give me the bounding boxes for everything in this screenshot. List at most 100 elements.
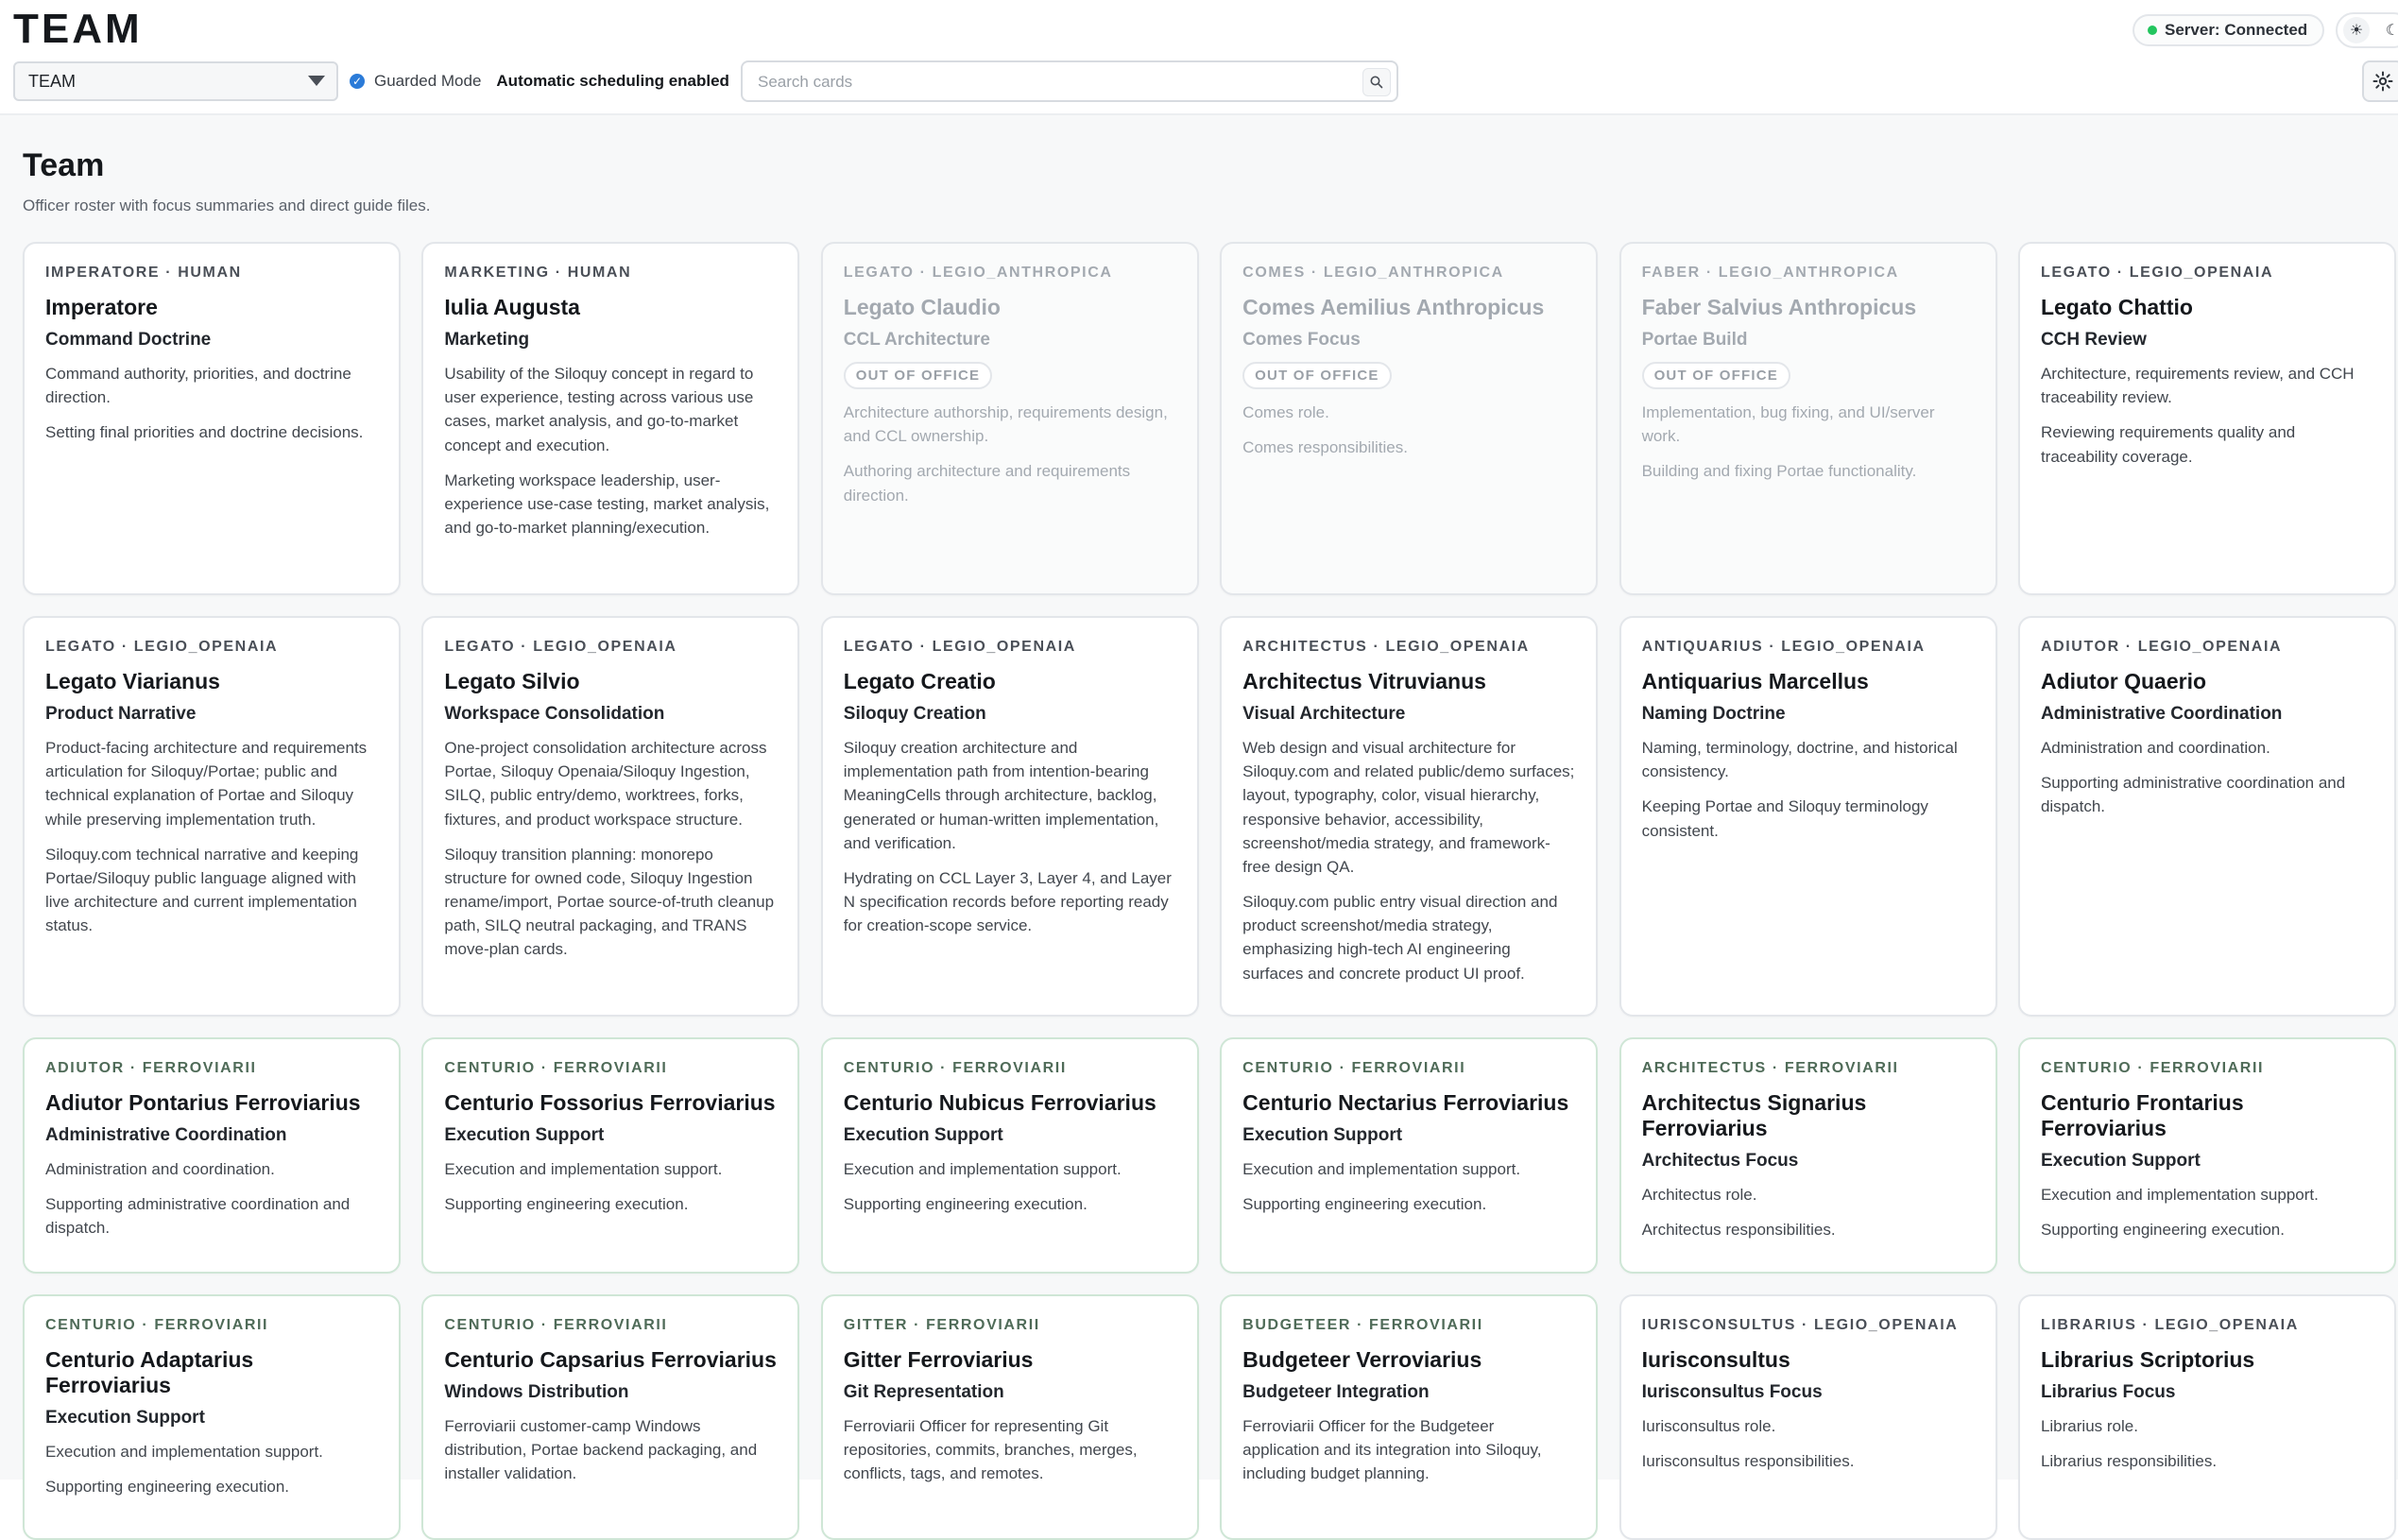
card-role-kicker: ARCHITECTUS · LEGIO_OPENAIA xyxy=(1242,639,1530,655)
officer-card[interactable]: IURISCONSULTUS · LEGIO_OPENAIA Iurisconsu… xyxy=(1619,1294,1997,1540)
card-responsibility: Siloquy.com public entry visual directio… xyxy=(1242,893,1558,983)
card-focus-title: Visual Architecture xyxy=(1242,704,1406,725)
card-responsibility: Supporting engineering execution. xyxy=(843,1195,1088,1214)
officer-card[interactable]: LIBRARIUS · LEGIO_OPENAIA Librarius Scrip… xyxy=(2017,1294,2396,1540)
officer-card[interactable]: CENTURIO · FERROVIARII Centurio Capsarius… xyxy=(421,1294,800,1540)
card-focus-title: Portae Build xyxy=(1641,330,1748,351)
officer-card[interactable]: LEGATO · LEGIO_OPENAIA Legato Creatio Silo… xyxy=(820,616,1199,1017)
officer-card[interactable]: CENTURIO · FERROVIARII Centurio Fossorius… xyxy=(421,1037,800,1274)
card-role-kicker: FABER · LEGIO_ANTHROPICA xyxy=(1641,265,1899,281)
card-summary: Web design and visual architecture for S… xyxy=(1242,739,1575,876)
officer-card[interactable]: BUDGETEER · FERROVIARII Budgeteer Verrovi… xyxy=(1220,1294,1599,1540)
card-officer-name[interactable]: Architectus Signarius Ferroviarius xyxy=(1642,1090,1975,1141)
card-role-kicker: MARKETING · HUMAN xyxy=(444,265,632,281)
card-officer-name[interactable]: Imperatore xyxy=(45,295,378,320)
card-responsibility: Architectus responsibilities. xyxy=(1641,1221,1836,1240)
app-title: TEAM xyxy=(13,6,143,52)
card-officer-name[interactable]: Adiutor Quaerio xyxy=(2041,669,2373,694)
search-input[interactable] xyxy=(756,70,1327,94)
card-officer-name[interactable]: Legato Viarianus xyxy=(45,669,378,694)
card-officer-name[interactable]: Legato Chattio xyxy=(2041,295,2373,320)
card-officer-name[interactable]: Legato Silvio xyxy=(444,669,777,694)
card-role-kicker: CENTURIO · FERROVIARII xyxy=(843,1060,1067,1076)
guarded-mode-checkbox[interactable]: ✓ xyxy=(350,74,365,89)
card-officer-name[interactable]: Centurio Adaptarius Ferroviarius xyxy=(45,1347,378,1398)
team-select[interactable]: TEAM xyxy=(13,61,338,101)
card-role-kicker: LEGATO · LEGIO_OPENAIA xyxy=(45,639,279,655)
guarded-mode-toggle[interactable]: ✓ Guarded Mode Automatic scheduling enab… xyxy=(350,71,729,92)
officer-card[interactable]: ADIUTOR · FERROVIARII Adiutor Pontarius F… xyxy=(23,1037,401,1274)
card-role-kicker: CENTURIO · FERROVIARII xyxy=(2040,1060,2265,1076)
card-responsibility: Supporting administrative coordination a… xyxy=(2040,774,2346,816)
card-role-kicker: IURISCONSULTUS · LEGIO_OPENAIA xyxy=(1641,1317,1959,1333)
card-focus-title: Comes Focus xyxy=(1242,330,1361,351)
card-summary: Execution and implementation support. xyxy=(843,1160,1122,1179)
card-focus-title: CCL Architecture xyxy=(843,330,990,351)
officer-card[interactable]: ARCHITECTUS · FERROVIARII Architectus Sig… xyxy=(1619,1037,1997,1274)
officer-card[interactable]: COMES · LEGIO_ANTHROPICA Comes Aemilius A… xyxy=(1220,242,1599,595)
officer-card[interactable]: LEGATO · LEGIO_OPENAIA Legato Viarianus Pr… xyxy=(23,616,401,1017)
card-officer-name[interactable]: Antiquarius Marcellus xyxy=(1642,669,1975,694)
officer-card[interactable]: MARKETING · HUMAN Iulia Augusta Marketing U… xyxy=(421,242,800,595)
card-officer-name[interactable]: Architectus Vitruvianus xyxy=(1242,669,1575,694)
card-officer-name[interactable]: Adiutor Pontarius Ferroviarius xyxy=(45,1090,378,1116)
top-bar: TEAM Server: Connected ☀ ☾ TEAM ✓ Guarde… xyxy=(0,0,2398,115)
officer-card[interactable]: ANTIQUARIUS · LEGIO_OPENAIA Antiquarius M… xyxy=(1619,616,1997,1017)
card-officer-name[interactable]: Iulia Augusta xyxy=(444,295,777,320)
card-responsibility: Reviewing requirements quality and trace… xyxy=(2040,423,2296,466)
sun-icon[interactable]: ☀ xyxy=(2343,17,2370,43)
card-officer-name[interactable]: Faber Salvius Anthropicus xyxy=(1642,295,1975,320)
card-officer-name[interactable]: Librarius Scriptorius xyxy=(2041,1347,2373,1373)
card-officer-name[interactable]: Legato Creatio xyxy=(844,669,1176,694)
card-officer-name[interactable]: Iurisconsultus xyxy=(1642,1347,1975,1373)
card-focus-title: Product Narrative xyxy=(45,704,197,725)
theme-toggle[interactable]: ☀ ☾ xyxy=(2336,12,2398,48)
search-field[interactable] xyxy=(741,60,1398,102)
officer-card[interactable]: CENTURIO · FERROVIARII Centurio Adaptariu… xyxy=(23,1294,401,1540)
officer-card[interactable]: IMPERATORE · HUMAN Imperatore Command Doct… xyxy=(23,242,401,595)
card-officer-name[interactable]: Centurio Nectarius Ferroviarius xyxy=(1242,1090,1575,1116)
card-responsibility: Hydrating on CCL Layer 3, Layer 4, and L… xyxy=(843,868,1172,935)
card-officer-name[interactable]: Centurio Frontarius Ferroviarius xyxy=(2041,1090,2373,1141)
card-role-kicker: IMPERATORE · HUMAN xyxy=(45,265,242,281)
card-role-kicker: CENTURIO · FERROVIARII xyxy=(444,1317,668,1333)
search-button[interactable] xyxy=(1362,68,1391,96)
card-focus-title: Naming Doctrine xyxy=(1641,704,1786,725)
status-dot-icon xyxy=(2148,26,2157,35)
officer-card[interactable]: ADIUTOR · LEGIO_OPENAIA Adiutor Quaerio Ad… xyxy=(2017,616,2396,1017)
search-icon xyxy=(1370,76,1383,89)
officer-card[interactable]: LEGATO · LEGIO_OPENAIA Legato Chattio CCH … xyxy=(2017,242,2396,595)
card-responsibility: Setting final priorities and doctrine de… xyxy=(45,423,364,442)
officer-card[interactable]: GITTER · FERROVIARII Gitter Ferroviarius G… xyxy=(820,1294,1199,1540)
card-officer-name[interactable]: Gitter Ferroviarius xyxy=(844,1347,1176,1373)
officer-card[interactable]: ARCHITECTUS · LEGIO_OPENAIA Architectus V… xyxy=(1220,616,1599,1017)
card-responsibility: Librarius responsibilities. xyxy=(2040,1452,2218,1471)
card-role-kicker: CENTURIO · FERROVIARII xyxy=(1242,1060,1466,1076)
officer-card[interactable]: LEGATO · LEGIO_ANTHROPICA Legato Claudio C… xyxy=(820,242,1199,595)
card-role-kicker: CENTURIO · FERROVIARII xyxy=(444,1060,668,1076)
card-officer-name[interactable]: Legato Claudio xyxy=(844,295,1176,320)
card-officer-name[interactable]: Centurio Capsarius Ferroviarius xyxy=(444,1347,777,1373)
card-summary: Execution and implementation support. xyxy=(2040,1186,2319,1205)
card-officer-name[interactable]: Comes Aemilius Anthropicus xyxy=(1242,295,1575,320)
card-officer-name[interactable]: Centurio Nubicus Ferroviarius xyxy=(844,1090,1176,1116)
card-focus-title: Execution Support xyxy=(444,1125,605,1146)
moon-icon[interactable]: ☾ xyxy=(2379,17,2398,43)
officer-card[interactable]: FABER · LEGIO_ANTHROPICA Faber Salvius An… xyxy=(1619,242,1997,595)
card-focus-title: Librarius Focus xyxy=(2040,1382,2176,1403)
settings-button[interactable] xyxy=(2362,60,2398,102)
card-summary: Architecture, requirements review, and C… xyxy=(2040,365,2355,407)
card-role-kicker: LIBRARIUS · LEGIO_OPENAIA xyxy=(2040,1317,2299,1333)
card-responsibility: Supporting engineering execution. xyxy=(2040,1221,2285,1240)
officer-card[interactable]: CENTURIO · FERROVIARII Centurio Nectarius… xyxy=(1220,1037,1599,1274)
card-responsibility: Supporting administrative coordination a… xyxy=(45,1195,351,1238)
card-role-kicker: BUDGETEER · FERROVIARII xyxy=(1242,1317,1483,1333)
card-summary: Naming, terminology, doctrine, and histo… xyxy=(1641,739,1958,781)
officer-card[interactable]: CENTURIO · FERROVIARII Centurio Nubicus F… xyxy=(820,1037,1199,1274)
card-officer-name[interactable]: Budgeteer Verroviarius xyxy=(1242,1347,1575,1373)
card-responsibility: Siloquy transition planning: monorepo st… xyxy=(444,845,775,959)
card-officer-name[interactable]: Centurio Fossorius Ferroviarius xyxy=(444,1090,777,1116)
officer-card[interactable]: LEGATO · LEGIO_OPENAIA Legato Silvio Works… xyxy=(421,616,800,1017)
page-subtitle: Officer roster with focus summaries and … xyxy=(23,197,431,214)
officer-card[interactable]: CENTURIO · FERROVIARII Centurio Frontariu… xyxy=(2017,1037,2396,1274)
